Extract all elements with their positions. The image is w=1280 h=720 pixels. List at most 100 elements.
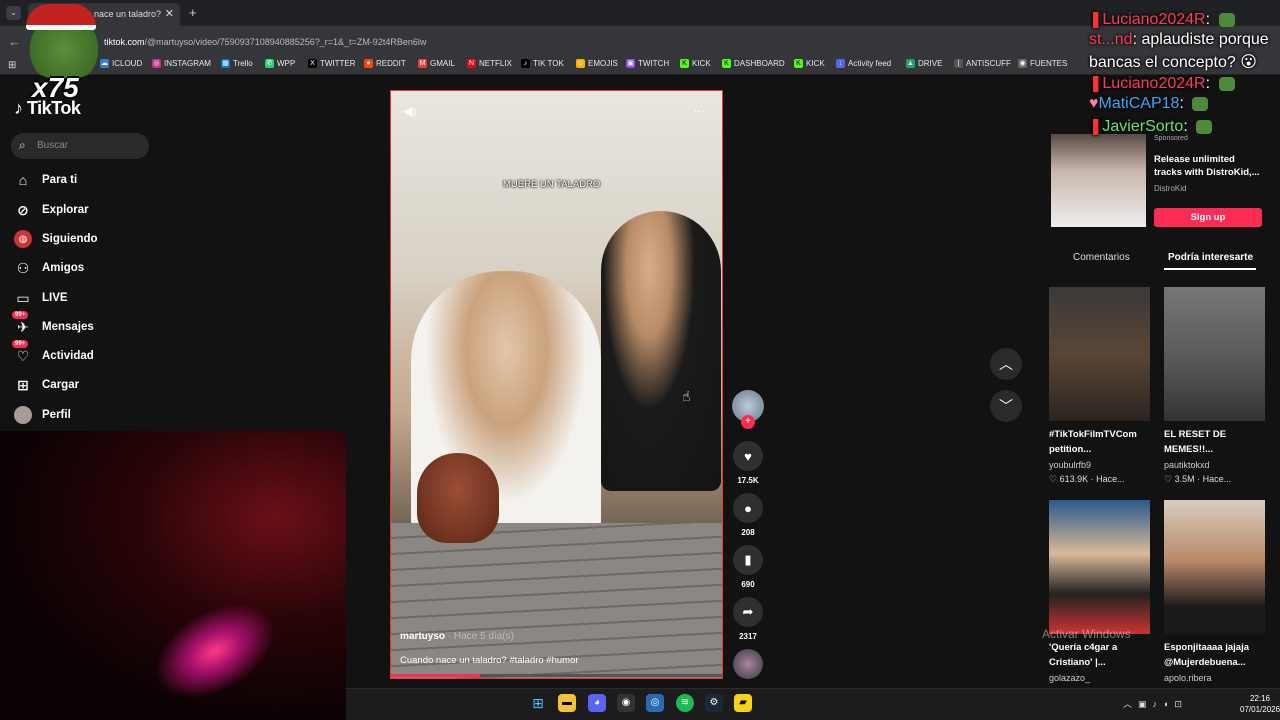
sidebar-item-actividad[interactable]: ♡ 99+ Actividad [12,340,94,367]
like-button[interactable]: ♥ 17.5K [733,441,763,485]
save-count: 690 [741,580,755,589]
active-tab-indicator [1164,268,1256,270]
volume-icon[interactable]: ◀) [403,104,416,118]
previous-video-button[interactable]: ︿ [990,348,1022,380]
bookmark-tiktok[interactable]: ♪ TIK TOK [521,59,564,68]
bookmark-fuentes[interactable]: ◉ FUENTES [1018,59,1067,68]
bookmark-gmail[interactable]: M GMAIL [418,59,455,68]
bookmark-netflix[interactable]: N NETFLIX [467,59,512,68]
sidebar-item-explorar[interactable]: ⊘ Explorar [14,199,89,221]
badge-icon: ❚ [1089,118,1103,135]
share-button[interactable]: ➦ 2317 [733,597,763,641]
webcam-overlay [0,431,346,720]
url-path: /@martuyso/video/7590937108940885256?_r=… [144,37,427,47]
bookmark-label: DASHBOARD [734,59,785,68]
sign-up-button[interactable]: Sign up [1154,208,1262,227]
spotify-icon[interactable]: ≋ [676,694,694,712]
windows-start-icon[interactable]: ⊞ [529,694,547,712]
suggested-title[interactable]: Esponjitaaaa jajaja @Mujerdebuena... [1164,640,1266,670]
suggested-thumbnail[interactable] [1049,287,1150,421]
bookmark-twitter[interactable]: X TWITTER [308,59,356,68]
messages-badge: 99+ [12,311,29,319]
obs-icon[interactable]: ◉ [617,694,635,712]
suggested-thumbnail[interactable] [1164,287,1265,421]
bookmark-antiscuff[interactable]: | ANTISCUFF [954,59,1011,68]
sidebar-item-label: Para ti [42,174,78,186]
chat-user: JavierSorto [1102,118,1184,135]
search-input[interactable] [11,133,149,159]
bookmark-instagram[interactable]: ◎ INSTAGRAM [152,59,211,68]
suggested-user[interactable]: youbulrfb9 [1049,460,1091,470]
suggested-title[interactable]: EL RESET DE MEMES!!... [1164,427,1266,457]
clock-date: 07/01/2026 [1240,705,1280,714]
tab-comentarios[interactable]: Comentarios [1073,252,1130,263]
close-tab-icon[interactable]: ✕ [165,7,174,20]
suggested-user[interactable]: golazazo_ [1049,673,1090,683]
share-arrow-icon: ➦ [733,597,763,627]
bookmark-label: Activity feed [848,59,892,68]
bookmark-label: WPP [277,59,296,68]
chat-user: Luciano2024R [1102,75,1206,92]
sidebar-item-para-ti[interactable]: ⌂ Para ti [14,169,77,191]
friends-icon: ⚇ [16,259,30,276]
video-author[interactable]: martuyso · Hace 5 día(s) [400,631,514,642]
sidebar-item-amigos[interactable]: ⚇ Amigos [14,257,84,279]
music-disc-icon[interactable] [733,649,763,679]
suggested-user[interactable]: apolo.ribera [1164,673,1212,683]
bookmark-trello[interactable]: ▦ Trello [221,59,253,68]
next-video-button[interactable]: ﹀ [990,390,1022,422]
sidebar-item-perfil[interactable]: Perfil [14,404,71,426]
back-arrow-icon[interactable]: ← [8,34,21,49]
bookmark-activity-feed[interactable]: ↓ Activity feed [836,59,891,68]
url-field[interactable]: tiktok.com/@martuyso/video/7590937108940… [104,37,426,47]
bookmark-icloud[interactable]: ☁ ICLOUD [100,59,142,68]
taskbar-clock[interactable]: 22:16 07/01/2026 [1240,693,1280,715]
suggested-title[interactable]: #TikTokFilmTVCom petition... [1049,427,1151,457]
bookmark-kick-2[interactable]: K KICK [794,59,825,68]
emote-counter: x75 [32,72,79,103]
ad-title[interactable]: Release unlimited tracks with DistroKid,… [1154,153,1264,179]
bookmark-wpp[interactable]: ✆ WPP [265,59,295,68]
tab-podria-interesarte[interactable]: Podría interesarte [1168,252,1253,263]
bookmark-emojis[interactable]: ☺ EMOJIS [576,59,618,68]
tab-search-icon[interactable]: ⌄ [6,6,21,20]
suggested-title[interactable]: 'Quería c4gar a Cristiano' |... [1049,640,1151,670]
file-explorer-icon[interactable]: ▬ [558,694,576,712]
sidebar-item-siguiendo[interactable]: ◍ Siguiendo [14,228,98,250]
system-tray[interactable]: ︿▣♪◖⊡ [1123,697,1188,710]
new-tab-icon[interactable]: + [189,5,197,20]
heart-badge-icon: ♥ [1089,95,1099,112]
chat-text: aplaudiste porque [1141,31,1269,48]
bookmark-drive[interactable]: ▲ DRIVE [906,59,942,68]
sidebar-item-cargar[interactable]: ⊞ Cargar [14,374,79,396]
following-avatar-icon: ◍ [14,230,32,248]
comment-button[interactable]: ● 208 [733,493,763,537]
suggested-thumbnail[interactable] [1049,500,1150,634]
chat-message: ❚Luciano2024R: [1089,9,1235,29]
suggested-thumbnail[interactable] [1164,500,1265,634]
bookmark-twitch[interactable]: ▣ TWITCH [626,59,669,68]
chat-message: st...nd: aplaudiste porque [1089,31,1269,48]
mouse-cursor-icon: ☝ [682,388,691,404]
save-button[interactable]: ▮ 690 [733,545,763,589]
follow-plus-icon[interactable]: + [741,415,755,429]
suggested-stats-text: 613.9K · Hace... [1059,474,1125,484]
bookmark-reddit[interactable]: ● REDDIT [364,59,406,68]
sidebar-item-live[interactable]: ▭ LIVE [14,287,67,309]
apps-grid-icon[interactable]: ⊞ [8,60,16,71]
more-options-icon[interactable]: ··· [693,103,706,118]
bookmark-kick[interactable]: K KICK [680,59,711,68]
suggested-user[interactable]: pautiktokxd [1164,460,1210,470]
video-overlay-text: MUERE UN TALADRO [503,179,601,190]
santa-hat-icon [26,4,96,30]
bookmark-dashboard[interactable]: K DASHBOARD [722,59,785,68]
ad-thumbnail[interactable] [1051,134,1146,227]
steam-icon[interactable]: ⚙ [705,694,723,712]
suggested-stats: ♡ 613.9K · Hace... [1049,474,1125,485]
sticky-notes-icon[interactable]: ▰ [734,694,752,712]
activity-icon: ♡ 99+ [12,340,32,365]
discord-icon[interactable]: ◕ [588,694,606,712]
chrome-icon[interactable]: ◎ [646,694,664,712]
sidebar-item-mensajes[interactable]: ✈ 99+ Mensajes [12,311,94,338]
author-name: martuyso [400,631,446,642]
